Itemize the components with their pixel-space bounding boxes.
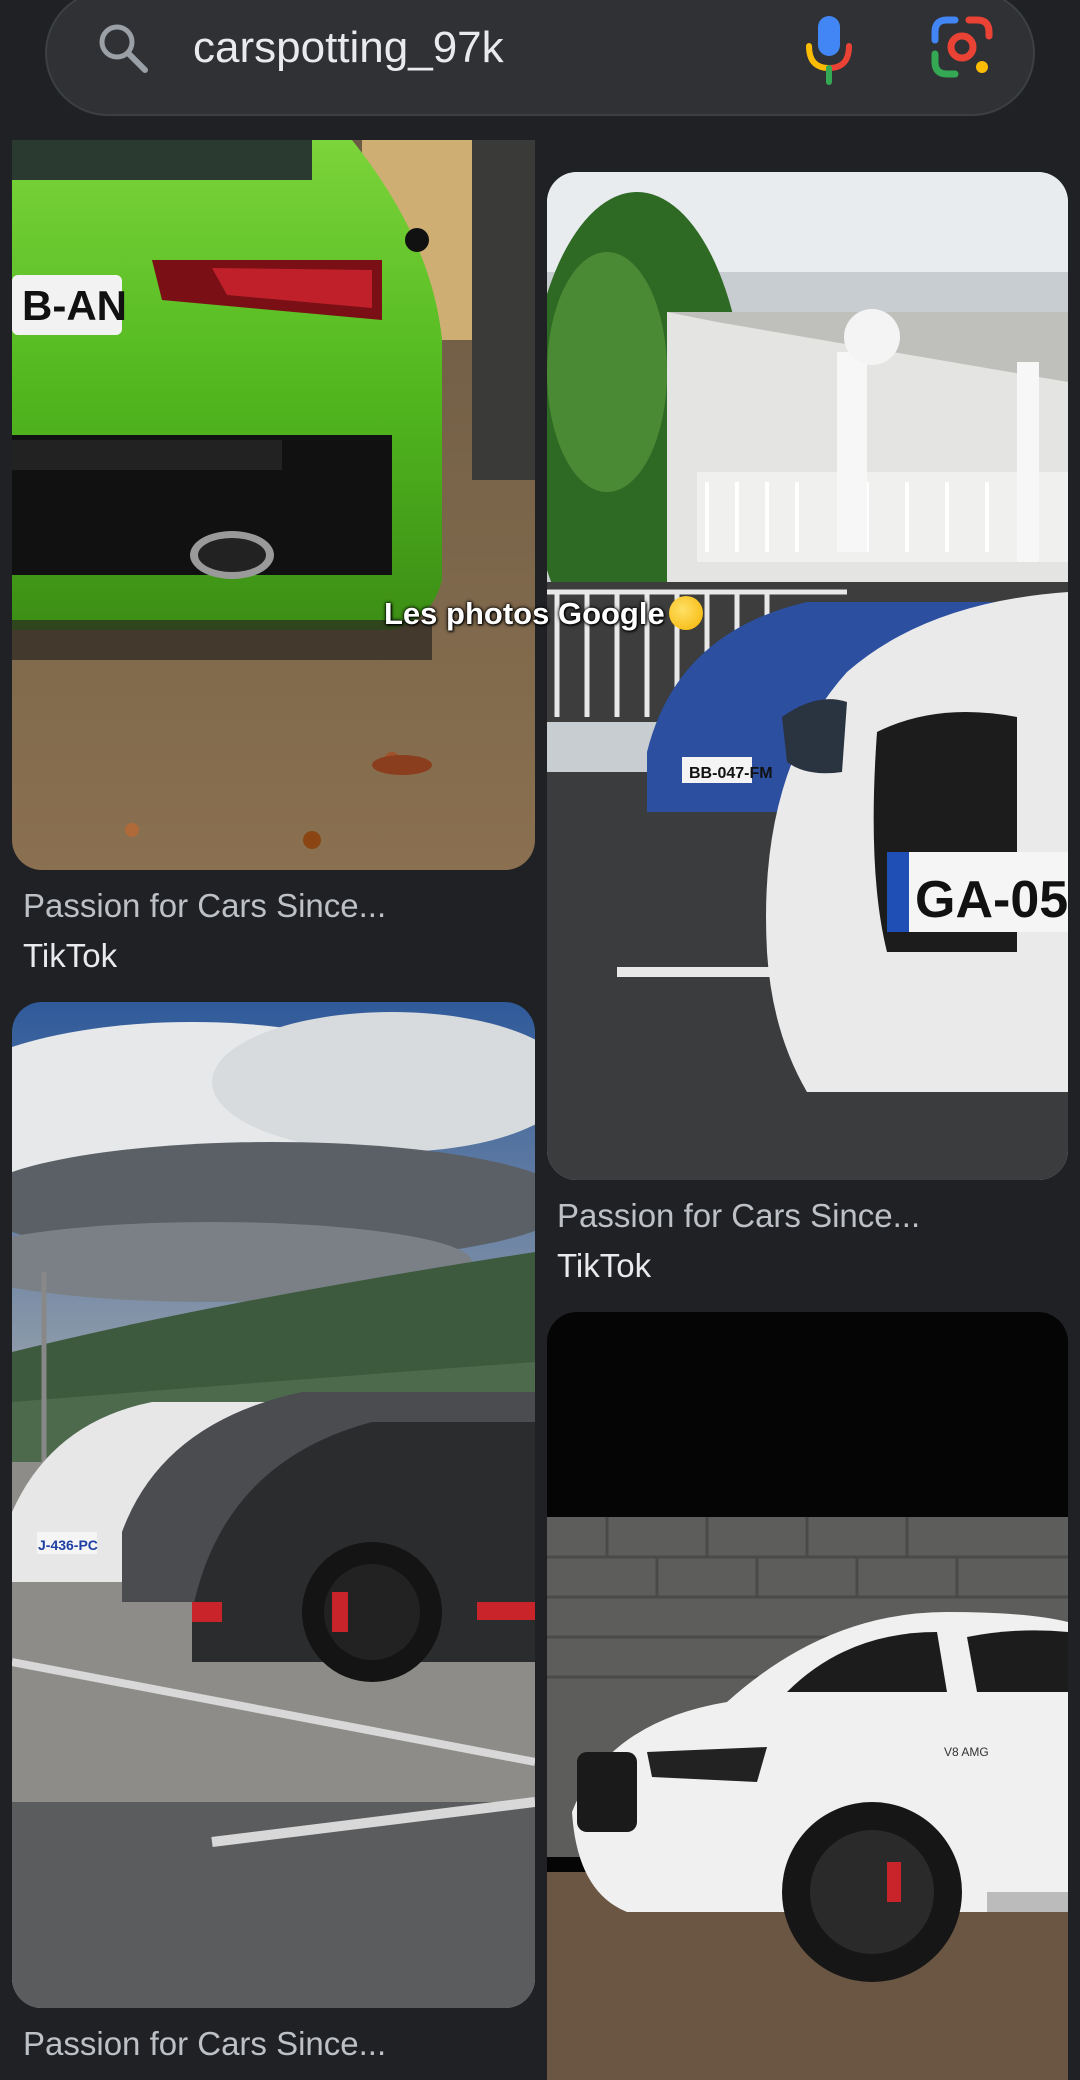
result-title-1[interactable]: Passion for Cars Since... xyxy=(23,884,386,928)
result-source-1[interactable]: TikTok xyxy=(23,934,117,978)
microphone-icon[interactable] xyxy=(799,10,859,86)
search-icon[interactable] xyxy=(95,20,151,76)
result-title-3[interactable]: Passion for Cars Since... xyxy=(23,2022,386,2066)
result-title-2[interactable]: Passion for Cars Since... xyxy=(557,1194,920,1238)
license-plate-text: B-AN xyxy=(22,282,127,329)
search-bar[interactable]: carspotting_97k xyxy=(45,0,1035,116)
license-plate-text: J-436-PC xyxy=(38,1537,98,1553)
result-image-2[interactable]: BB-047-FM GA-057 xyxy=(547,172,1068,1180)
license-plate-text: GA-057 xyxy=(915,871,1068,929)
image-results-page: carspotting_97k B-AN Passion for Cars Si… xyxy=(0,0,1080,2080)
search-input[interactable]: carspotting_97k xyxy=(193,20,504,76)
badge-text: V8 AMG xyxy=(944,1745,989,1759)
result-image-1[interactable]: B-AN xyxy=(12,140,535,870)
license-plate-text: BB-047-FM xyxy=(689,765,773,782)
laughing-emoji-icon xyxy=(668,596,703,630)
google-lens-icon[interactable] xyxy=(927,12,997,82)
result-image-4[interactable]: V8 AMG xyxy=(547,1312,1068,2080)
result-image-3[interactable]: J-436-PC xyxy=(12,1002,535,2008)
result-source-2[interactable]: TikTok xyxy=(557,1244,651,1288)
video-overlay-text: Les photos Google xyxy=(384,596,703,632)
